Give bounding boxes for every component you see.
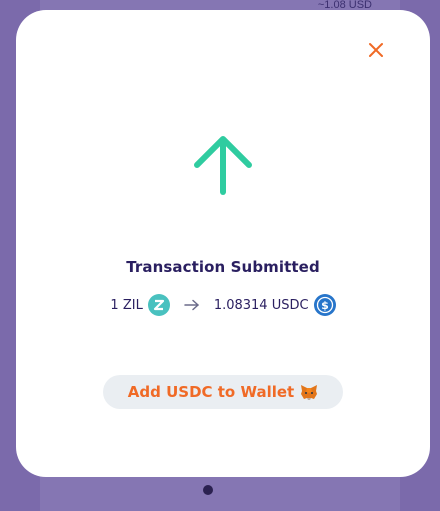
close-icon xyxy=(369,43,383,57)
usdc-coin-icon: $ xyxy=(313,294,336,316)
modal-title: Transaction Submitted xyxy=(126,258,320,276)
svg-text:$: $ xyxy=(321,299,329,312)
from-token: 1 ZIL xyxy=(110,294,170,316)
zilliqa-coin-icon xyxy=(147,294,170,316)
close-button[interactable] xyxy=(366,40,386,60)
to-token: 1.08314 USDC $ xyxy=(214,294,336,316)
add-to-wallet-button[interactable]: Add USDC to Wallet xyxy=(103,375,343,409)
to-amount: 1.08314 USDC xyxy=(213,297,309,313)
metamask-fox-icon xyxy=(301,384,318,400)
add-to-wallet-label: Add USDC to Wallet xyxy=(127,383,295,401)
arrow-right-icon xyxy=(184,299,199,311)
from-amount: 1 ZIL xyxy=(110,297,143,313)
background-indicator xyxy=(203,485,213,495)
arrow-up-icon xyxy=(194,136,252,195)
transaction-modal: Transaction Submitted 1 ZIL 1.08314 USDC… xyxy=(16,10,430,477)
swap-summary: 1 ZIL 1.08314 USDC $ xyxy=(16,292,430,318)
